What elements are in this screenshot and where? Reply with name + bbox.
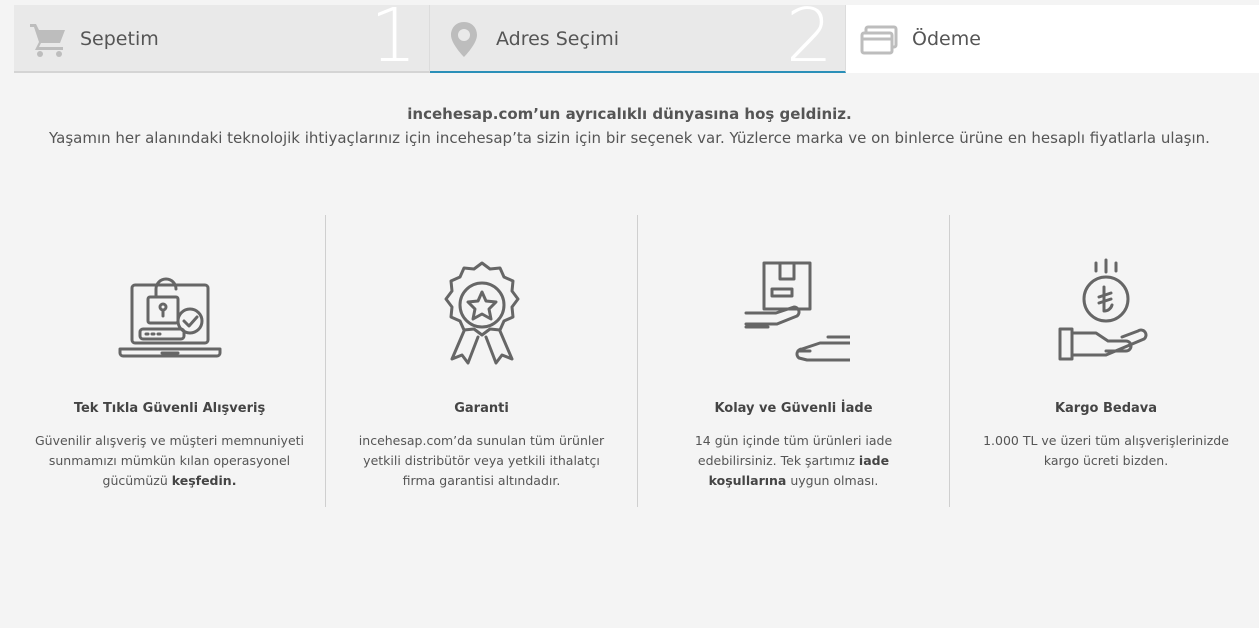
secure-laptop-icon — [118, 277, 221, 358]
discover-link[interactable]: keşfedin. — [172, 473, 237, 488]
feature-description: 14 gün içinde tüm ürünleri iade edebilir… — [694, 433, 893, 488]
step-address-number: 2 — [785, 5, 833, 73]
feature-title: Tek Tıkla Güvenli Alışveriş — [73, 401, 266, 416]
step-cart-number: 1 — [369, 5, 417, 73]
welcome-section: incehesap.com’un ayrıcalıklı dünyasına h… — [0, 105, 1259, 147]
coin-hand-icon — [1058, 258, 1148, 361]
payment-card-icon — [860, 25, 898, 55]
features-row: Tek Tıkla Güvenli Alışveriş Güvenilir al… — [14, 215, 1259, 507]
feature-title: Garanti — [454, 401, 509, 416]
step-payment[interactable]: Ödeme — [846, 5, 1259, 73]
feature-free-shipping: Kargo Bedava 1.000 TL ve üzeri tüm alışv… — [950, 215, 1259, 507]
step-cart-label: Sepetim — [80, 28, 159, 50]
checkout-steps: Sepetim 1 Adres Seçimi 2 Ödeme — [14, 5, 1259, 75]
feature-title: Kargo Bedava — [1054, 401, 1158, 416]
feature-description: 1.000 TL ve üzeri tüm alışverişlerinizde… — [983, 433, 1229, 468]
step-payment-label: Ödeme — [912, 28, 981, 50]
welcome-title: incehesap.com’un ayrıcalıklı dünyasına h… — [407, 105, 852, 123]
feature-description: incehesap.com’da sunulan tüm ürünler yet… — [358, 433, 605, 488]
cart-icon — [30, 24, 65, 57]
feature-easy-return: Kolay ve Güvenli İade 14 gün içinde tüm … — [638, 215, 950, 507]
feature-secure-shopping: Tek Tıkla Güvenli Alışveriş Güvenilir al… — [14, 215, 326, 507]
award-badge-icon — [444, 261, 519, 365]
step-address[interactable]: Adres Seçimi 2 — [430, 5, 846, 73]
step-cart[interactable]: Sepetim 1 — [14, 5, 430, 73]
feature-title: Kolay ve Güvenli İade — [714, 401, 873, 416]
feature-warranty: Garanti incehesap.com’da sunulan tüm ürü… — [326, 215, 638, 507]
location-pin-icon — [451, 22, 477, 57]
welcome-subtitle: Yaşamın her alanındaki teknolojik ihtiya… — [49, 129, 1210, 147]
feature-description: Güvenilir alışveriş ve müşteri memnuniye… — [34, 433, 305, 488]
step-address-label: Adres Seçimi — [496, 28, 620, 50]
package-return-icon — [744, 261, 850, 362]
